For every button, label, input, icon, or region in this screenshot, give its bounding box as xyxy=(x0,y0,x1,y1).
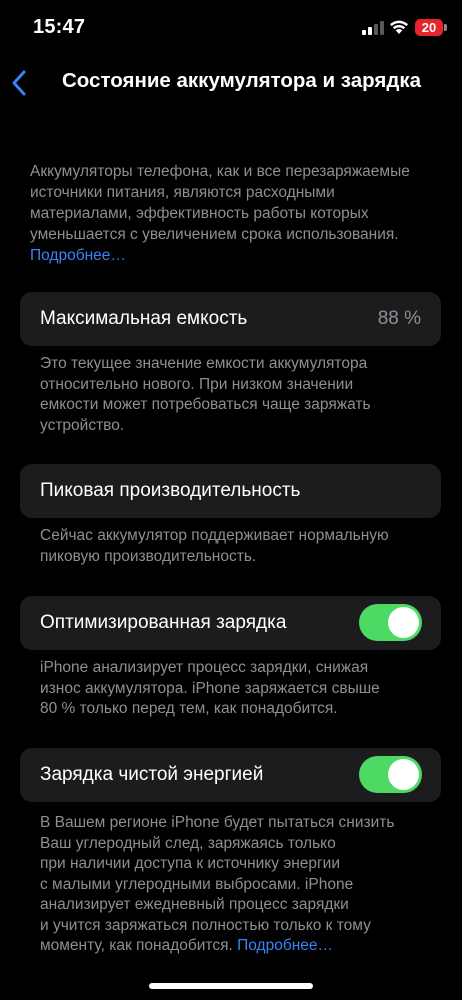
footer-line: с малыми углеродными выбросами. iPhone xyxy=(40,875,354,893)
footer-line: и учится заряжаться полностью только к т… xyxy=(40,916,371,934)
learn-more-link[interactable]: Подробнее… xyxy=(30,247,126,264)
home-indicator[interactable] xyxy=(149,983,313,989)
footer-line: емкости может потребоваться чаще заряжат… xyxy=(40,396,371,413)
footer-line: Это текущее значение емкости аккумулятор… xyxy=(40,355,368,372)
learn-more-link[interactable]: Подробнее… xyxy=(237,937,333,954)
clean-energy-charging-footer: В Вашем регионе iPhone будет пытаться сн… xyxy=(40,813,440,957)
status-time: 15:47 xyxy=(33,16,86,38)
footer-line: износ аккумулятора. iPhone заряжается св… xyxy=(40,679,380,697)
footer-line: пиковую производительность. xyxy=(40,547,257,565)
battery-tip xyxy=(444,24,447,31)
cellular-signal-icon xyxy=(362,21,384,35)
footer-line: 80 % только перед тем, как понадобится. xyxy=(40,700,338,717)
toggle-knob xyxy=(388,607,419,638)
clean-energy-charging-label: Зарядка чистой энергией xyxy=(40,764,264,785)
peak-performance-footer: Сейчас аккумулятор поддерживает нормальн… xyxy=(40,526,440,567)
footer-line: Сейчас аккумулятор поддерживает нормальн… xyxy=(40,527,389,544)
intro-description: Аккумуляторы телефона, как и все перезар… xyxy=(30,161,440,266)
footer-line: моменту, как понадобится. Подробнее… xyxy=(40,936,440,957)
intro-text: Аккумуляторы телефона, как и все перезар… xyxy=(30,163,410,243)
navigation-bar: Состояние аккумулятора и зарядка xyxy=(0,56,462,108)
clean-energy-charging-toggle[interactable] xyxy=(359,756,422,793)
status-bar: 15:47 20 xyxy=(0,0,462,56)
max-capacity-value: 88 % xyxy=(377,308,421,329)
footer-last-text: моменту, как понадобится. xyxy=(40,937,233,954)
footer-line: относительно нового. При низком значении xyxy=(40,375,354,393)
peak-performance-label: Пиковая производительность xyxy=(40,480,301,501)
max-capacity-label: Максимальная емкость xyxy=(40,308,248,329)
footer-line: iPhone анализирует процесс зарядки, сниж… xyxy=(40,659,369,676)
optimized-charging-label: Оптимизированная зарядка xyxy=(40,612,287,633)
clean-energy-charging-cell: Зарядка чистой энергией xyxy=(20,748,441,802)
max-capacity-footer: Это текущее значение емкости аккумулятор… xyxy=(40,354,440,436)
optimized-charging-footer: iPhone анализирует процесс зарядки, сниж… xyxy=(40,658,440,720)
footer-line: при наличии доступа к источнику энергии xyxy=(40,855,341,872)
page-title: Состояние аккумулятора и зарядка xyxy=(62,69,422,92)
max-capacity-cell: Максимальная емкость 88 % xyxy=(20,292,441,346)
optimized-charging-toggle[interactable] xyxy=(359,604,422,641)
toggle-knob xyxy=(388,759,419,790)
chevron-left-icon[interactable] xyxy=(6,66,34,100)
wifi-icon xyxy=(390,20,408,34)
battery-icon: 20 xyxy=(415,19,443,36)
footer-line: Ваш углеродный след, заряжаясь только xyxy=(40,834,336,852)
footer-line: В Вашем регионе iPhone будет пытаться сн… xyxy=(40,814,395,831)
optimized-charging-cell: Оптимизированная зарядка xyxy=(20,596,441,650)
footer-line: анализирует ежедневный процесс зарядки xyxy=(40,896,349,913)
peak-performance-cell: Пиковая производительность xyxy=(20,464,441,518)
footer-line: устройство. xyxy=(40,416,125,434)
